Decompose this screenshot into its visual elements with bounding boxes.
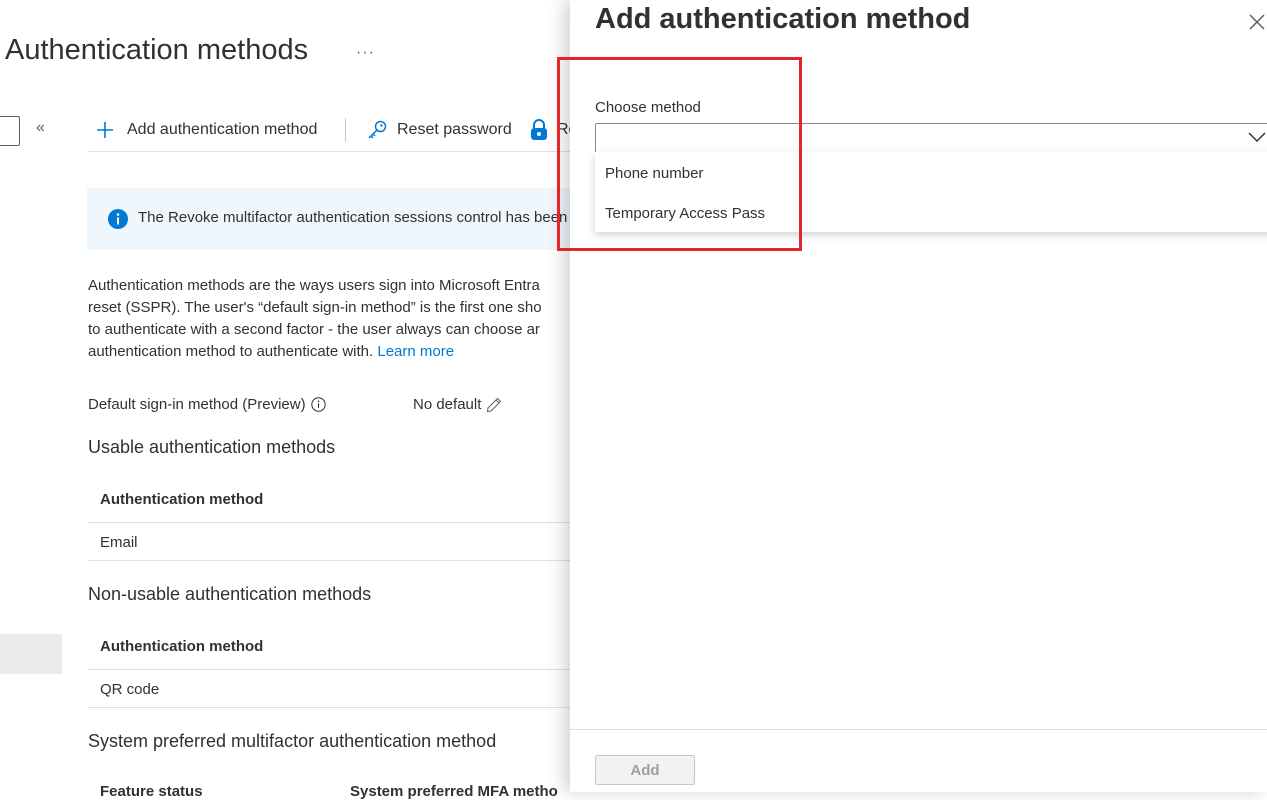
authentication-methods-description: Authentication methods are the ways user… [88, 275, 578, 363]
panel-title: Add authentication method [595, 3, 971, 35]
default-sign-in-method-text: Default sign-in method (Preview) [88, 396, 306, 413]
usable-methods-column-header: Authentication method [100, 491, 264, 508]
close-panel-button[interactable] [1245, 10, 1267, 34]
table-divider [88, 707, 570, 708]
chevron-down-icon[interactable] [1248, 130, 1266, 148]
default-sign-in-method-value-text: No default [413, 396, 482, 413]
description-line: Authentication methods are the ways user… [88, 277, 540, 294]
plus-icon [96, 121, 114, 139]
info-message-text: The Revoke multifactor authentication se… [138, 209, 580, 226]
add-authentication-method-button[interactable]: Add authentication method [96, 112, 317, 148]
default-sign-in-method-value: No default [413, 396, 502, 413]
info-circle-icon[interactable] [310, 397, 326, 412]
key-icon [366, 119, 388, 141]
table-divider [88, 560, 570, 561]
edit-pencil-icon[interactable] [486, 397, 502, 413]
left-nav-search-box[interactable] [0, 116, 20, 146]
usable-methods-heading: Usable authentication methods [88, 437, 336, 457]
lock-icon [529, 119, 549, 141]
reset-password-label: Reset password [397, 121, 512, 138]
description-line: authentication method to authenticate wi… [88, 341, 578, 363]
non-usable-methods-column-header: Authentication method [100, 638, 264, 655]
info-icon [108, 209, 128, 234]
description-line-end: authentication method to authenticate wi… [88, 343, 374, 360]
page-title: Authentication methods [5, 34, 309, 66]
reset-password-button[interactable]: Reset password [366, 112, 512, 148]
close-icon [1245, 14, 1267, 38]
table-divider [88, 669, 570, 670]
more-options-button[interactable]: ··· [356, 44, 375, 62]
non-usable-methods-heading: Non-usable authentication methods [88, 584, 372, 604]
table-row[interactable]: Email [100, 534, 138, 551]
table-row[interactable]: QR code [100, 681, 159, 698]
collapse-nav-button[interactable]: « [36, 119, 45, 137]
toolbar-separator [345, 118, 346, 142]
add-authentication-method-label: Add authentication method [127, 121, 318, 138]
highlight-box [557, 57, 802, 251]
description-line: to authenticate with a second factor - t… [88, 321, 540, 338]
panel-footer-divider [570, 729, 1267, 730]
table-divider [88, 522, 570, 523]
toolbar-divider [88, 151, 578, 152]
add-button[interactable]: Add [595, 755, 695, 785]
system-preferred-mfa-heading: System preferred multifactor authenticat… [88, 731, 497, 751]
description-line: reset (SSPR). The user's “default sign-i… [88, 299, 542, 316]
default-sign-in-method-label: Default sign-in method (Preview) [88, 396, 326, 413]
left-nav-selected-item[interactable] [0, 634, 62, 674]
learn-more-link[interactable]: Learn more [377, 343, 454, 360]
